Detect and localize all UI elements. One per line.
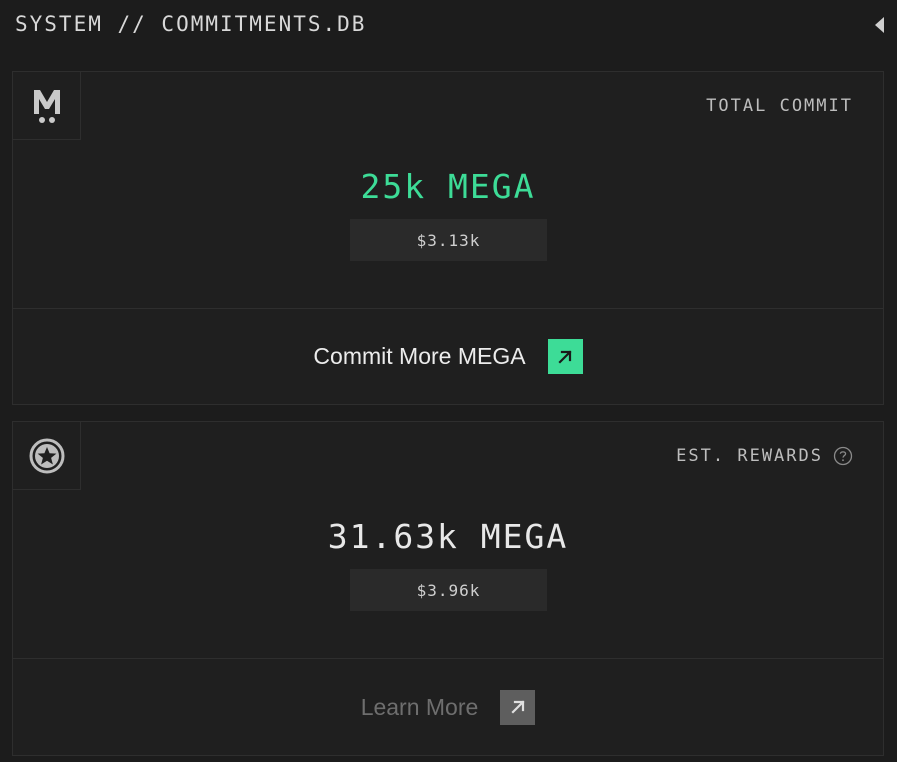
est-rewards-amount: 31.63k MEGA (327, 517, 569, 556)
total-commit-amount: 25k MEGA (360, 167, 536, 206)
commit-more-section: Commit More MEGA (13, 308, 883, 404)
est-rewards-card: EST. REWARDS 31.63k MEGA $3.96k Learn Mo… (12, 421, 884, 756)
est-rewards-label-text: EST. REWARDS (676, 446, 823, 466)
arrow-up-right-icon (511, 700, 525, 714)
mega-logo-icon (33, 89, 60, 123)
learn-more-arrow[interactable] (500, 689, 536, 725)
learn-more-section: Learn More (13, 658, 883, 755)
est-rewards-label: EST. REWARDS (676, 446, 853, 466)
arrow-up-right-icon (558, 349, 572, 364)
total-commit-card: TOTAL COMMIT 25k MEGA $3.13k Commit More… (12, 71, 884, 405)
total-commit-summary: TOTAL COMMIT 25k MEGA $3.13k (13, 72, 883, 308)
commit-more-arrow[interactable] (547, 339, 583, 374)
page-title: SYSTEM // COMMITMENTS.DB (15, 12, 367, 36)
total-commit-usd-value: $3.13k (350, 219, 547, 261)
star-badge-icon (29, 438, 64, 473)
question-circle-icon[interactable] (833, 446, 853, 466)
caret-left-icon[interactable] (874, 16, 884, 34)
est-rewards-usd-value: $3.96k (350, 569, 547, 611)
total-commit-label-text: TOTAL COMMIT (706, 96, 853, 116)
page-header: SYSTEM // COMMITMENTS.DB (0, 0, 897, 54)
est-rewards-summary: EST. REWARDS 31.63k MEGA $3.96k (13, 422, 883, 658)
learn-more-label: Learn More (360, 693, 479, 720)
mega-logo (13, 72, 81, 140)
rewards-badge (13, 422, 81, 490)
commit-more-label: Commit More MEGA (313, 343, 526, 369)
total-commit-label: TOTAL COMMIT (706, 96, 853, 116)
learn-more-button[interactable]: Learn More (360, 689, 536, 725)
commit-more-button[interactable]: Commit More MEGA (313, 339, 583, 374)
